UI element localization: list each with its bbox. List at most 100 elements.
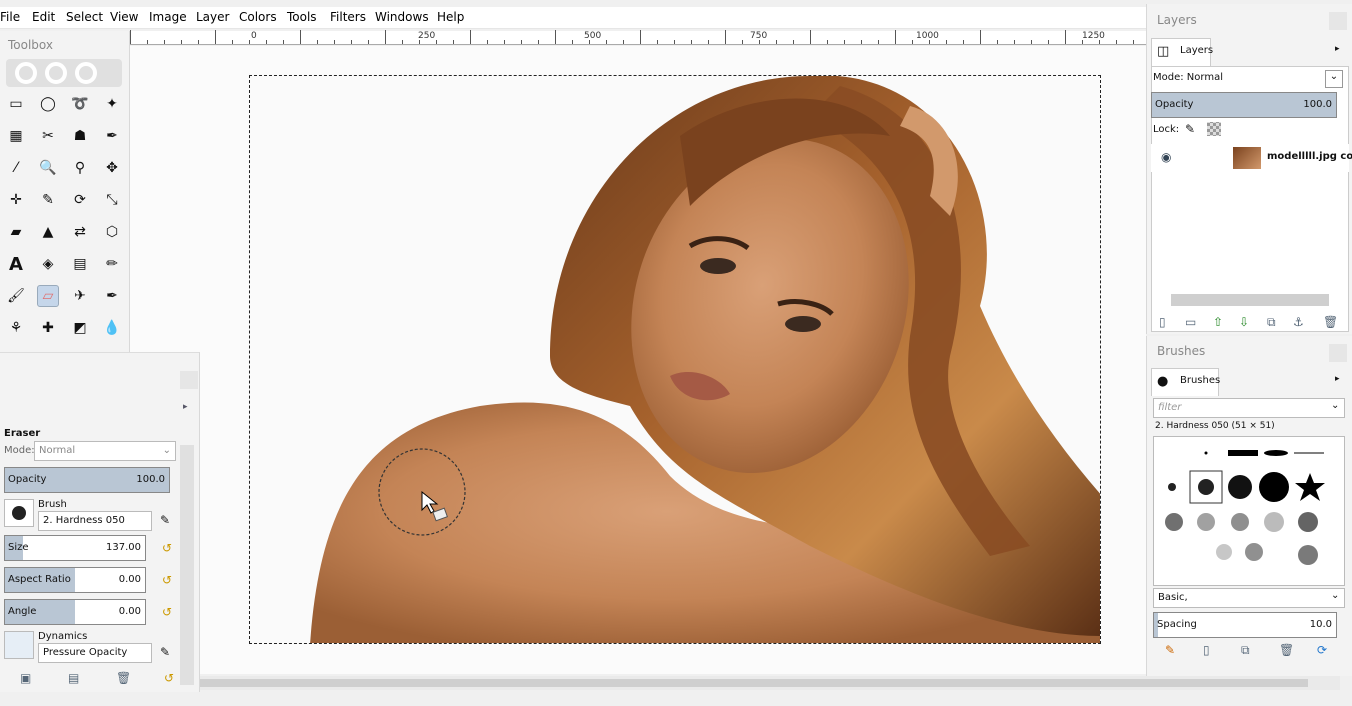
brush-filter-input[interactable]: filter <box>1153 398 1345 418</box>
airbrush-tool-icon[interactable]: ✈ <box>69 285 91 307</box>
mode-dropdown[interactable]: Normal ⌄ <box>34 441 176 461</box>
options-scrollbar[interactable] <box>180 445 194 685</box>
ruler-tick <box>1048 40 1049 44</box>
menu-view[interactable]: View <box>110 10 138 24</box>
menu-help[interactable]: Help <box>437 10 464 24</box>
restore-options-icon[interactable]: ▤ <box>68 671 79 685</box>
ruler-tick <box>334 40 335 44</box>
ink-tool-icon[interactable]: ✒ <box>101 285 123 307</box>
free-select-tool-icon[interactable]: ➰ <box>69 93 91 115</box>
tag-chevron-icon[interactable]: ⌄ <box>1331 590 1339 601</box>
perspective-clone-tool-icon[interactable]: ◩ <box>69 317 91 339</box>
new-brush-icon[interactable]: ▯ <box>1203 643 1210 657</box>
brush-tag-input[interactable]: Basic, <box>1153 588 1345 608</box>
color-picker-tool-icon[interactable]: ⁄ <box>5 157 27 179</box>
edit-brush-icon[interactable]: ✎ <box>1165 643 1175 657</box>
delete-brush-icon[interactable]: 🗑 <box>1279 643 1294 657</box>
tab-menu-icon[interactable]: ▸ <box>1335 374 1340 384</box>
reset-options-icon[interactable]: ↺ <box>164 671 174 685</box>
perspective-tool-icon[interactable]: ▲ <box>37 221 59 243</box>
reset-angle-icon[interactable]: ↺ <box>162 605 172 619</box>
lock-pixels-icon[interactable]: ✎ <box>1185 122 1195 136</box>
duplicate-brush-icon[interactable]: ⧉ <box>1241 643 1250 658</box>
menu-file[interactable]: File <box>0 10 20 24</box>
menu-tools[interactable]: Tools <box>287 10 317 24</box>
scale-tool-icon[interactable]: ⤡ <box>101 189 123 211</box>
clone-tool-icon[interactable]: ⚘ <box>5 317 27 339</box>
ellipse-select-tool-icon[interactable]: ◯ <box>37 93 59 115</box>
bucket-fill-tool-icon[interactable]: ◈ <box>37 253 59 275</box>
crop-tool-icon[interactable]: ✎ <box>37 189 59 211</box>
layer-opacity-slider[interactable]: Opacity 100.0 <box>1151 92 1337 118</box>
paths-tool-icon[interactable]: ✒ <box>101 125 123 147</box>
refresh-brushes-icon[interactable]: ⟳ <box>1317 643 1327 657</box>
delete-options-icon[interactable]: 🗑 <box>116 671 131 685</box>
horizontal-scrollbar[interactable] <box>0 676 1340 690</box>
paintbrush-tool-icon[interactable]: 🖌 <box>5 285 27 307</box>
layer-opacity-label: Opacity <box>1155 99 1194 110</box>
move-tool-icon[interactable]: ✥ <box>101 157 123 179</box>
layer-row[interactable]: ◉ modelllll.jpg co <box>1151 144 1352 172</box>
shear-tool-icon[interactable]: ▰ <box>5 221 27 243</box>
size-slider[interactable]: Size 137.00 <box>4 535 146 561</box>
menu-image[interactable]: Image <box>149 10 187 24</box>
brush-preview[interactable] <box>4 499 34 527</box>
dock-close-icon[interactable] <box>1329 12 1347 30</box>
reset-aspect-icon[interactable]: ↺ <box>162 573 172 587</box>
dynamics-icon[interactable] <box>4 631 34 659</box>
reset-size-icon[interactable]: ↺ <box>162 541 172 555</box>
measure-tool-icon[interactable]: ⚲ <box>69 157 91 179</box>
menu-layer[interactable]: Layer <box>196 10 229 24</box>
new-layer-group-icon[interactable]: ▭ <box>1185 315 1196 329</box>
dynamics-field[interactable]: Pressure Opacity <box>38 643 152 663</box>
menu-select[interactable]: Select <box>66 10 103 24</box>
fuzzy-select-tool-icon[interactable]: ✦ <box>101 93 123 115</box>
zoom-tool-icon[interactable]: 🔍 <box>37 157 59 179</box>
delete-layer-icon[interactable]: 🗑 <box>1323 315 1338 329</box>
edit-dynamics-icon[interactable]: ✎ <box>160 645 170 659</box>
menu-filters[interactable]: Filters <box>330 10 366 24</box>
layers-hscroll-thumb[interactable] <box>1171 294 1329 306</box>
flip-tool-icon[interactable]: ⇄ <box>69 221 91 243</box>
angle-slider[interactable]: Angle 0.00 <box>4 599 146 625</box>
menu-edit[interactable]: Edit <box>32 10 55 24</box>
scrollbar-thumb[interactable] <box>18 679 1308 687</box>
rect-select-tool-icon[interactable]: ▭ <box>5 93 27 115</box>
foreground-select-tool-icon[interactable]: ☗ <box>69 125 91 147</box>
filter-chevron-icon[interactable]: ⌄ <box>1331 400 1339 411</box>
anchor-layer-icon[interactable]: ⚓ <box>1293 315 1304 329</box>
spacing-slider[interactable]: Spacing 10.0 <box>1153 612 1337 638</box>
layer-mode-dropdown[interactable]: ⌄ <box>1325 70 1343 88</box>
opacity-slider[interactable]: Opacity 100.0 <box>4 467 170 493</box>
aspect-ratio-slider[interactable]: Aspect Ratio 0.00 <box>4 567 146 593</box>
blur-tool-icon[interactable]: 💧 <box>101 317 123 339</box>
lower-layer-icon[interactable]: ⇩ <box>1239 315 1249 329</box>
menu-colors[interactable]: Colors <box>239 10 277 24</box>
scissors-tool-icon[interactable]: ✂ <box>37 125 59 147</box>
layer-name[interactable]: modelllll.jpg co <box>1267 151 1352 162</box>
dock-close-icon[interactable] <box>1329 344 1347 362</box>
eraser-tool-icon[interactable]: ▱ <box>37 285 59 307</box>
menu-windows[interactable]: Windows <box>375 10 429 24</box>
pencil-tool-icon[interactable]: ✏ <box>101 253 123 275</box>
edit-brush-icon[interactable]: ✎ <box>160 513 170 527</box>
panel-close-icon[interactable] <box>180 371 198 389</box>
image-canvas[interactable] <box>249 75 1101 644</box>
tab-menu-icon[interactable]: ▸ <box>1335 44 1340 54</box>
lock-alpha-icon[interactable] <box>1207 122 1221 136</box>
raise-layer-icon[interactable]: ⇧ <box>1213 315 1223 329</box>
brush-name-field[interactable]: 2. Hardness 050 <box>38 511 152 531</box>
heal-tool-icon[interactable]: ✚ <box>37 317 59 339</box>
align-tool-icon[interactable]: ✛ <box>5 189 27 211</box>
panel-menu-icon[interactable]: ▸ <box>183 402 188 412</box>
save-options-icon[interactable]: ▣ <box>20 671 31 685</box>
rotate-tool-icon[interactable]: ⟳ <box>69 189 91 211</box>
brush-grid[interactable] <box>1153 436 1345 586</box>
visibility-eye-icon[interactable]: ◉ <box>1161 150 1171 164</box>
text-tool-icon[interactable]: A <box>5 253 27 275</box>
new-layer-icon[interactable]: ▯ <box>1159 315 1166 329</box>
color-select-tool-icon[interactable]: ▦ <box>5 125 27 147</box>
cage-tool-icon[interactable]: ⬡ <box>101 221 123 243</box>
blend-tool-icon[interactable]: ▤ <box>69 253 91 275</box>
duplicate-layer-icon[interactable]: ⧉ <box>1267 315 1276 330</box>
